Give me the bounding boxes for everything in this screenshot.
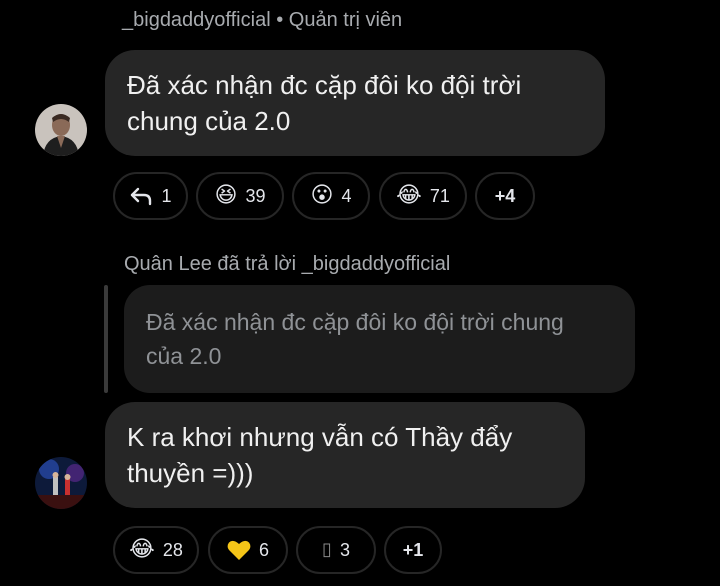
reply-header: Quân Lee đã trả lời _bigdaddyofficial [124, 253, 451, 275]
message-bubble[interactable]: Đã xác nhận đc cặp đôi ko đội trời chung… [105, 50, 605, 156]
reply-icon [131, 187, 152, 206]
quoted-text-line: Đã xác nhận đc cặp đôi ko đội trời chung [146, 309, 564, 335]
reaction-count: 4 [341, 185, 352, 206]
more-reactions-count: +1 [402, 539, 424, 560]
reaction-count: 71 [429, 185, 450, 206]
concert-avatar[interactable] [35, 457, 87, 509]
tears-of-joy-icon: 😂 [129, 537, 155, 562]
reaction-surprised-button[interactable]: 😮 4 [292, 172, 370, 220]
message-text-line: chung của 2.0 [127, 106, 291, 136]
reaction-unknown-button[interactable]: ▯ 3 [296, 526, 376, 574]
reaction-count: 28 [162, 539, 183, 560]
message-sender-line: _bigdaddyofficial • Quản trị viên [122, 9, 402, 32]
message-text-line: K ra khơi nhưng vẫn có Thầy đẩy [127, 422, 513, 452]
surprised-face-icon: 😮 [310, 183, 334, 208]
laughing-face-icon: 😆 [214, 183, 238, 208]
more-reactions-button[interactable]: +1 [384, 526, 442, 574]
message-bubble[interactable]: K ra khơi nhưng vẫn có Thầy đẩy thuyền =… [105, 402, 585, 508]
reply-count-button[interactable]: 1 [113, 172, 188, 220]
separator-dot: • [276, 9, 284, 31]
reaction-laughing-button[interactable]: 😆 39 [196, 172, 284, 220]
reaction-count: 3 [339, 539, 350, 560]
quote-indicator-bar [104, 285, 108, 393]
message-text-line: Đã xác nhận đc cặp đôi ko đội trời [127, 70, 522, 100]
reaction-tears-of-joy-button[interactable]: 😂 28 [113, 526, 199, 574]
more-reactions-button[interactable]: +4 [475, 172, 535, 220]
quoted-text-line: của 2.0 [146, 343, 222, 369]
reaction-count: 6 [258, 539, 269, 560]
reaction-tears-of-joy-button[interactable]: 😂 71 [379, 172, 467, 220]
reaction-count: 39 [245, 185, 266, 206]
reaction-count: 1 [161, 185, 172, 206]
missing-glyph-icon: ▯ [322, 539, 332, 560]
admin-role-label: Quản trị viên [288, 9, 403, 31]
more-reactions-count: +4 [494, 185, 516, 206]
reaction-yellow-heart-button[interactable]: 6 [208, 526, 288, 574]
sender-name[interactable]: _bigdaddyofficial [122, 9, 271, 31]
tears-of-joy-icon: 😂 [396, 183, 422, 208]
quoted-message[interactable]: Đã xác nhận đc cặp đôi ko đội trời chung… [124, 285, 635, 393]
user-avatar[interactable] [35, 104, 87, 156]
message-text-line: thuyền =))) [127, 458, 254, 488]
yellow-heart-icon [227, 540, 251, 560]
